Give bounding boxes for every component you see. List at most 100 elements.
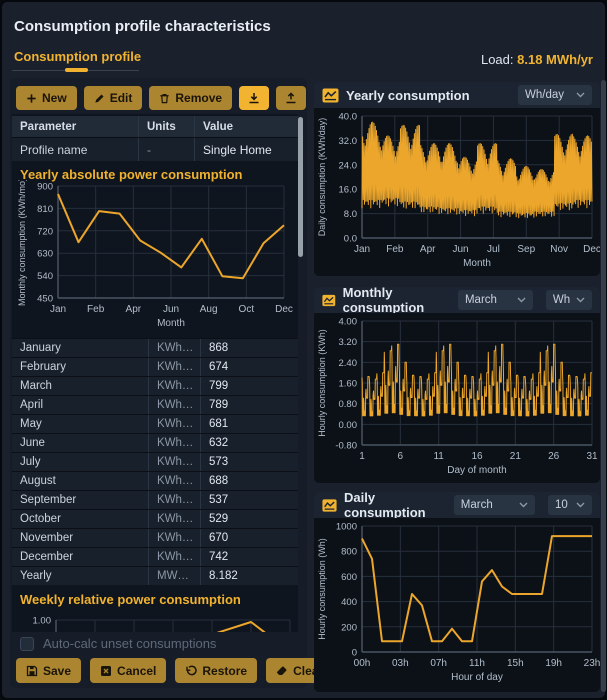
table-row[interactable]: NovemberKWh…670 bbox=[12, 528, 298, 547]
table-row[interactable]: SeptemberKWh…537 bbox=[12, 490, 298, 509]
svg-text:40.0: 40.0 bbox=[339, 112, 358, 123]
card-header: Monthly consumption March Wh bbox=[314, 287, 600, 313]
param-table: Parameter Units Value Profile name - Sin… bbox=[12, 116, 298, 161]
table-row[interactable]: DecemberKWh…742 bbox=[12, 547, 298, 566]
svg-text:900: 900 bbox=[37, 182, 53, 193]
window-scrollbar[interactable] bbox=[601, 80, 606, 692]
action-buttons: Save Cancel Restore Clear bbox=[16, 658, 333, 683]
daily-consumption-chart: 00h03h07h11h15h19h23h10008006004002000Ho… bbox=[314, 518, 600, 692]
cancel-button[interactable]: Cancel bbox=[90, 658, 166, 683]
table-row[interactable]: AugustKWh…688 bbox=[12, 471, 298, 490]
plus-icon bbox=[26, 93, 37, 104]
new-button[interactable]: New bbox=[16, 86, 77, 110]
table-row[interactable]: Profile name - Single Home bbox=[12, 137, 298, 161]
svg-text:Hourly consumption (KWh): Hourly consumption (KWh) bbox=[317, 329, 327, 437]
svg-text:0: 0 bbox=[352, 648, 357, 659]
chevron-down-icon bbox=[517, 297, 526, 303]
table-row[interactable]: JanuaryKWh…868 bbox=[12, 338, 298, 357]
svg-text:11h: 11h bbox=[469, 658, 485, 669]
svg-text:Feb: Feb bbox=[87, 304, 105, 315]
svg-text:Aug: Aug bbox=[200, 304, 218, 315]
svg-text:21: 21 bbox=[510, 451, 522, 462]
svg-text:07h: 07h bbox=[430, 658, 447, 669]
svg-text:1: 1 bbox=[359, 451, 365, 462]
param-table-header: Parameter Units Value bbox=[12, 116, 298, 137]
table-row[interactable]: AprilKWh…789 bbox=[12, 395, 298, 414]
cancel-x-icon bbox=[100, 665, 112, 677]
table-row[interactable]: YearlyMW…8.182 bbox=[12, 566, 298, 585]
remove-button[interactable]: Remove bbox=[149, 86, 232, 110]
autocalc-checkbox[interactable] bbox=[20, 637, 34, 651]
svg-text:Month: Month bbox=[157, 318, 185, 329]
svg-text:4.00: 4.00 bbox=[339, 317, 358, 328]
card-title: Daily consumption bbox=[344, 490, 447, 520]
chevron-down-icon bbox=[576, 92, 585, 98]
chart-line-icon bbox=[322, 88, 339, 103]
svg-text:1.60: 1.60 bbox=[339, 379, 358, 390]
svg-text:Jun: Jun bbox=[453, 244, 469, 255]
svg-text:0.0: 0.0 bbox=[344, 234, 357, 245]
svg-text:Oct: Oct bbox=[239, 304, 255, 315]
svg-text:32.0: 32.0 bbox=[339, 136, 358, 147]
svg-text:720: 720 bbox=[37, 226, 53, 237]
svg-text:24.0: 24.0 bbox=[339, 160, 358, 171]
load-label: Load: bbox=[481, 52, 514, 67]
svg-text:Jul: Jul bbox=[487, 244, 500, 255]
monthly-unit-select[interactable]: Wh bbox=[546, 290, 592, 310]
svg-text:Jan: Jan bbox=[354, 244, 370, 255]
svg-text:15h: 15h bbox=[507, 658, 524, 669]
profile-toolbar: New Edit Remove bbox=[16, 86, 306, 110]
left-panel-scrollbar[interactable] bbox=[298, 117, 303, 257]
param-units: - bbox=[138, 138, 194, 161]
chevron-down-icon bbox=[576, 502, 585, 508]
restore-button[interactable]: Restore bbox=[175, 658, 257, 683]
chart-line-icon bbox=[322, 498, 337, 513]
svg-text:Daily consumption (KWh/day): Daily consumption (KWh/day) bbox=[317, 118, 327, 237]
card-title: Monthly consumption bbox=[343, 285, 451, 315]
svg-text:200: 200 bbox=[341, 622, 357, 633]
svg-text:Sep: Sep bbox=[517, 244, 535, 255]
table-row[interactable]: MarchKWh…799 bbox=[12, 376, 298, 395]
upload-button[interactable] bbox=[276, 86, 306, 110]
trash-icon bbox=[159, 93, 170, 104]
card-header: Yearly consumption Wh/day bbox=[314, 82, 600, 108]
svg-text:600: 600 bbox=[341, 572, 357, 583]
chevron-down-icon bbox=[519, 502, 528, 508]
svg-text:26: 26 bbox=[548, 451, 560, 462]
table-row[interactable]: OctoberKWh…529 bbox=[12, 509, 298, 528]
table-row[interactable]: JulyKWh…573 bbox=[12, 452, 298, 471]
svg-text:16: 16 bbox=[471, 451, 483, 462]
tab-consumption-profile[interactable]: Consumption profile bbox=[14, 49, 141, 64]
chart-card-yearly: Yearly consumption Wh/day JanFebAprJunJu… bbox=[314, 82, 600, 276]
edit-button[interactable]: Edit bbox=[84, 86, 143, 110]
monthly-month-select[interactable]: March bbox=[458, 290, 533, 310]
yearly-consumption-chart: JanFebAprJunJulSepNovDec40.032.024.016.0… bbox=[314, 108, 600, 276]
weekly-relative-chart-clip: 1.00day bbox=[12, 606, 298, 632]
yearly-unit-select[interactable]: Wh/day bbox=[518, 85, 592, 105]
svg-text:Dec: Dec bbox=[583, 244, 600, 255]
page-title: Consumption profile characteristics bbox=[14, 18, 271, 35]
svg-text:Monthly consumption (KWh/mo): Monthly consumption (KWh/mo) bbox=[17, 180, 27, 306]
download-button[interactable] bbox=[239, 86, 269, 110]
svg-text:03h: 03h bbox=[392, 658, 409, 669]
save-button[interactable]: Save bbox=[16, 658, 81, 683]
daily-count-select[interactable]: 10 bbox=[548, 495, 592, 515]
svg-text:16.0: 16.0 bbox=[339, 185, 358, 196]
svg-text:-0.80: -0.80 bbox=[335, 441, 357, 452]
card-header: Daily consumption March 10 bbox=[314, 492, 600, 518]
svg-text:6: 6 bbox=[398, 451, 404, 462]
profile-editor-panel: New Edit Remove Parameter Units bbox=[10, 78, 307, 688]
table-row[interactable]: FebruaryKWh…674 bbox=[12, 357, 298, 376]
svg-text:0.80: 0.80 bbox=[339, 399, 358, 410]
svg-text:3.20: 3.20 bbox=[339, 337, 358, 348]
svg-text:8.0: 8.0 bbox=[344, 209, 357, 220]
svg-text:1000: 1000 bbox=[336, 522, 357, 533]
daily-month-select[interactable]: March bbox=[454, 495, 535, 515]
svg-text:400: 400 bbox=[341, 597, 357, 608]
monthly-consumption-chart: 1611162126314.003.202.401.600.800.00-0.8… bbox=[314, 313, 600, 483]
table-row[interactable]: MayKWh…681 bbox=[12, 414, 298, 433]
svg-text:19h: 19h bbox=[545, 658, 562, 669]
table-row[interactable]: JuneKWh…632 bbox=[12, 433, 298, 452]
yearly-absolute-chart: JanFebAprJunAugOctDec900810720630540450M… bbox=[14, 180, 296, 332]
download-icon bbox=[248, 92, 260, 104]
